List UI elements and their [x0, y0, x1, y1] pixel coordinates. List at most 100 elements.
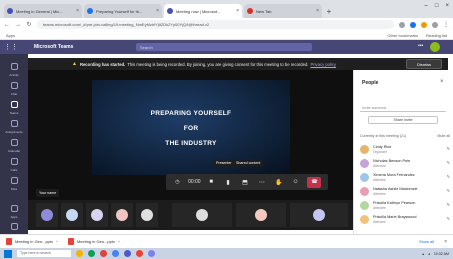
chevron-up-icon[interactable]: ^: [56, 239, 58, 244]
browser-tab[interactable]: Meeting in General | Mic... ×: [4, 4, 82, 18]
participants-section-header[interactable]: Currently in this meeting (21) Mute all: [360, 134, 450, 138]
share-invite-button[interactable]: Share invite: [368, 116, 438, 124]
avatar[interactable]: [430, 42, 440, 52]
app-title: Microsoft Teams: [34, 44, 74, 50]
timer-icon: ◷: [175, 179, 180, 185]
browser-tab[interactable]: New Tab ×: [244, 4, 322, 18]
close-icon[interactable]: ×: [440, 79, 444, 85]
browser-tab[interactable]: Preparing Yourself for th... ×: [84, 4, 162, 18]
participant-row[interactable]: Nicholas Benson Pele Attendee ✎: [360, 158, 450, 171]
app-launcher-icon[interactable]: ⋮⋮: [4, 43, 18, 51]
download-label: Meeting in Gen...pptx: [15, 239, 54, 244]
forward-icon[interactable]: →: [15, 22, 21, 28]
chrome-icon[interactable]: [88, 250, 95, 257]
bookmark-reading-list[interactable]: Reading list: [426, 33, 447, 38]
search-input[interactable]: Search: [136, 43, 312, 51]
avatar: [360, 215, 369, 224]
file-explorer-icon[interactable]: [76, 250, 83, 257]
raise-hand-icon[interactable]: ✋: [274, 177, 284, 187]
show-all-button[interactable]: Show all: [419, 239, 434, 244]
tab-label: New Tab: [256, 8, 272, 14]
mute-all-button[interactable]: Mute all: [437, 134, 450, 138]
document-favicon-icon: [87, 8, 93, 14]
dismiss-button[interactable]: Dismiss: [406, 59, 442, 69]
volume-icon[interactable]: ◂: [428, 252, 430, 256]
url-input[interactable]: teams.microsoft.com/_#/pre-join-calling/…: [37, 20, 394, 29]
extension-icon[interactable]: [410, 21, 416, 28]
more-icon[interactable]: ⋯: [257, 177, 267, 187]
video-tile[interactable]: [290, 203, 348, 227]
rail-item-calls[interactable]: [8, 155, 20, 167]
rail-item-calendar[interactable]: [8, 136, 20, 148]
close-tab-icon[interactable]: ×: [236, 8, 239, 14]
edge-icon[interactable]: [112, 250, 119, 257]
chevron-up-icon[interactable]: ^: [118, 239, 120, 244]
app-icon[interactable]: [136, 250, 143, 257]
reload-icon[interactable]: ↻: [26, 21, 32, 28]
rail-item-assignments[interactable]: [8, 117, 20, 129]
invite-input[interactable]: Invite someone: [360, 104, 446, 112]
phone-icon: [10, 157, 18, 165]
close-tab-icon[interactable]: ×: [76, 8, 79, 14]
video-tile[interactable]: [36, 203, 58, 227]
share-icon[interactable]: ⬒: [240, 177, 250, 187]
close-window-icon[interactable]: ×: [445, 3, 449, 9]
teams-icon[interactable]: [124, 250, 131, 257]
back-icon[interactable]: ←: [4, 22, 10, 28]
file-icon: [10, 176, 18, 184]
close-tab-icon[interactable]: ×: [316, 8, 319, 14]
download-item[interactable]: Meeting in Gen...pptx ^: [67, 238, 120, 245]
screenshot: Meeting in General | Mic... × Preparing …: [0, 0, 453, 259]
participant-row[interactable]: Priscilla Marie Brayswood Attendee ✎: [360, 214, 450, 227]
apps-icon: [10, 204, 18, 212]
video-tile[interactable]: [172, 203, 232, 227]
browser-tab-active[interactable]: Meeting now | Microsof... ×: [164, 4, 242, 18]
clock[interactable]: 10:32 AM: [434, 252, 449, 256]
rail-item-apps[interactable]: [8, 202, 20, 214]
more-options-icon[interactable]: •••: [418, 43, 423, 49]
profile-icon[interactable]: [432, 21, 438, 28]
new-tab-button[interactable]: +: [324, 4, 334, 18]
minimize-icon[interactable]: –: [425, 3, 428, 9]
video-tile[interactable]: [136, 203, 158, 227]
participant-row[interactable]: Natasha Ashlie Mackenzie Attendee ✎: [360, 186, 450, 199]
video-tile[interactable]: [236, 203, 286, 227]
video-tile[interactable]: [61, 203, 83, 227]
bookmark-apps[interactable]: Apps: [6, 33, 15, 38]
rail-label: Chat: [10, 92, 18, 96]
network-icon[interactable]: ▴: [422, 252, 424, 256]
mic-icon: ✎: [446, 216, 450, 221]
participant-name: Ximena Mora Fernandez: [373, 173, 415, 177]
office-icon[interactable]: [100, 250, 107, 257]
browser-menu-icon[interactable]: ⋮: [443, 21, 449, 28]
warning-icon: ▲: [72, 61, 77, 67]
help-icon: [10, 222, 18, 230]
rail-item-files[interactable]: [8, 174, 20, 186]
maximize-icon[interactable]: □: [435, 3, 439, 9]
rail-item-chat[interactable]: [8, 79, 20, 91]
extension-icon[interactable]: [399, 21, 405, 28]
participant-row[interactable]: Priscilla Kathryn Pearson Attendee ✎: [360, 200, 450, 213]
privacy-link[interactable]: Privacy policy: [310, 62, 336, 67]
participant-row[interactable]: Cindy Rice Organizer ✎: [360, 144, 450, 157]
participants-icon[interactable]: ☺: [291, 177, 301, 187]
avatar: [313, 209, 325, 221]
app-icon[interactable]: [148, 250, 155, 257]
rail-item-teams[interactable]: [8, 98, 20, 110]
hangup-button[interactable]: ☎: [307, 176, 322, 188]
taskbar-search-input[interactable]: Type here to search: [17, 250, 71, 257]
close-icon[interactable]: ×: [444, 239, 447, 245]
bookmark-other[interactable]: Other bookmarks: [387, 33, 418, 38]
extension-icon[interactable]: [421, 21, 427, 28]
rail-item-activity[interactable]: [8, 60, 20, 72]
tab-label: Meeting in General | Mic...: [16, 8, 63, 14]
download-item[interactable]: Meeting in Gen...pptx ^: [6, 238, 58, 245]
participant-row[interactable]: Ximena Mora Fernandez Attendee ✎: [360, 172, 450, 185]
video-tile[interactable]: [86, 203, 108, 227]
rail-item-help[interactable]: [8, 220, 20, 232]
mic-icon[interactable]: ▮: [223, 177, 233, 187]
camera-icon[interactable]: ■: [206, 177, 216, 187]
windows-start-icon[interactable]: [4, 249, 12, 258]
video-tile[interactable]: [111, 203, 133, 227]
close-tab-icon[interactable]: ×: [156, 8, 159, 14]
